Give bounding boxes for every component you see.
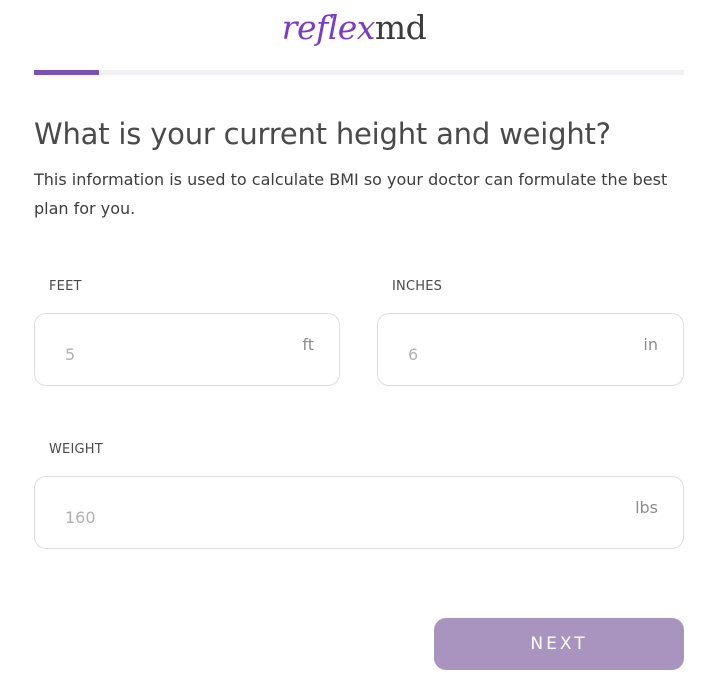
inches-field: in	[377, 313, 684, 386]
feet-label: FEET	[49, 279, 82, 294]
inches-label: INCHES	[392, 279, 443, 294]
feet-input[interactable]	[35, 314, 339, 385]
weight-input[interactable]	[35, 477, 683, 548]
progress-bar	[34, 70, 684, 75]
feet-unit: ft	[302, 335, 314, 354]
logo-text-md: md	[374, 8, 427, 47]
inches-input[interactable]	[378, 314, 683, 385]
weight-field: lbs	[34, 476, 684, 549]
inches-unit: in	[643, 335, 658, 354]
question-subtitle: This information is used to calculate BM…	[34, 170, 668, 218]
progress-bar-fill	[34, 70, 99, 75]
next-button[interactable]: NEXT	[434, 618, 684, 670]
feet-field: ft	[34, 313, 340, 386]
brand-logo: reflexmd	[0, 8, 708, 48]
weight-label: WEIGHT	[49, 442, 103, 457]
weight-unit: lbs	[635, 498, 658, 517]
question-title: What is your current height and weight?	[34, 117, 611, 151]
logo-text-reflex: reflex	[281, 8, 376, 47]
